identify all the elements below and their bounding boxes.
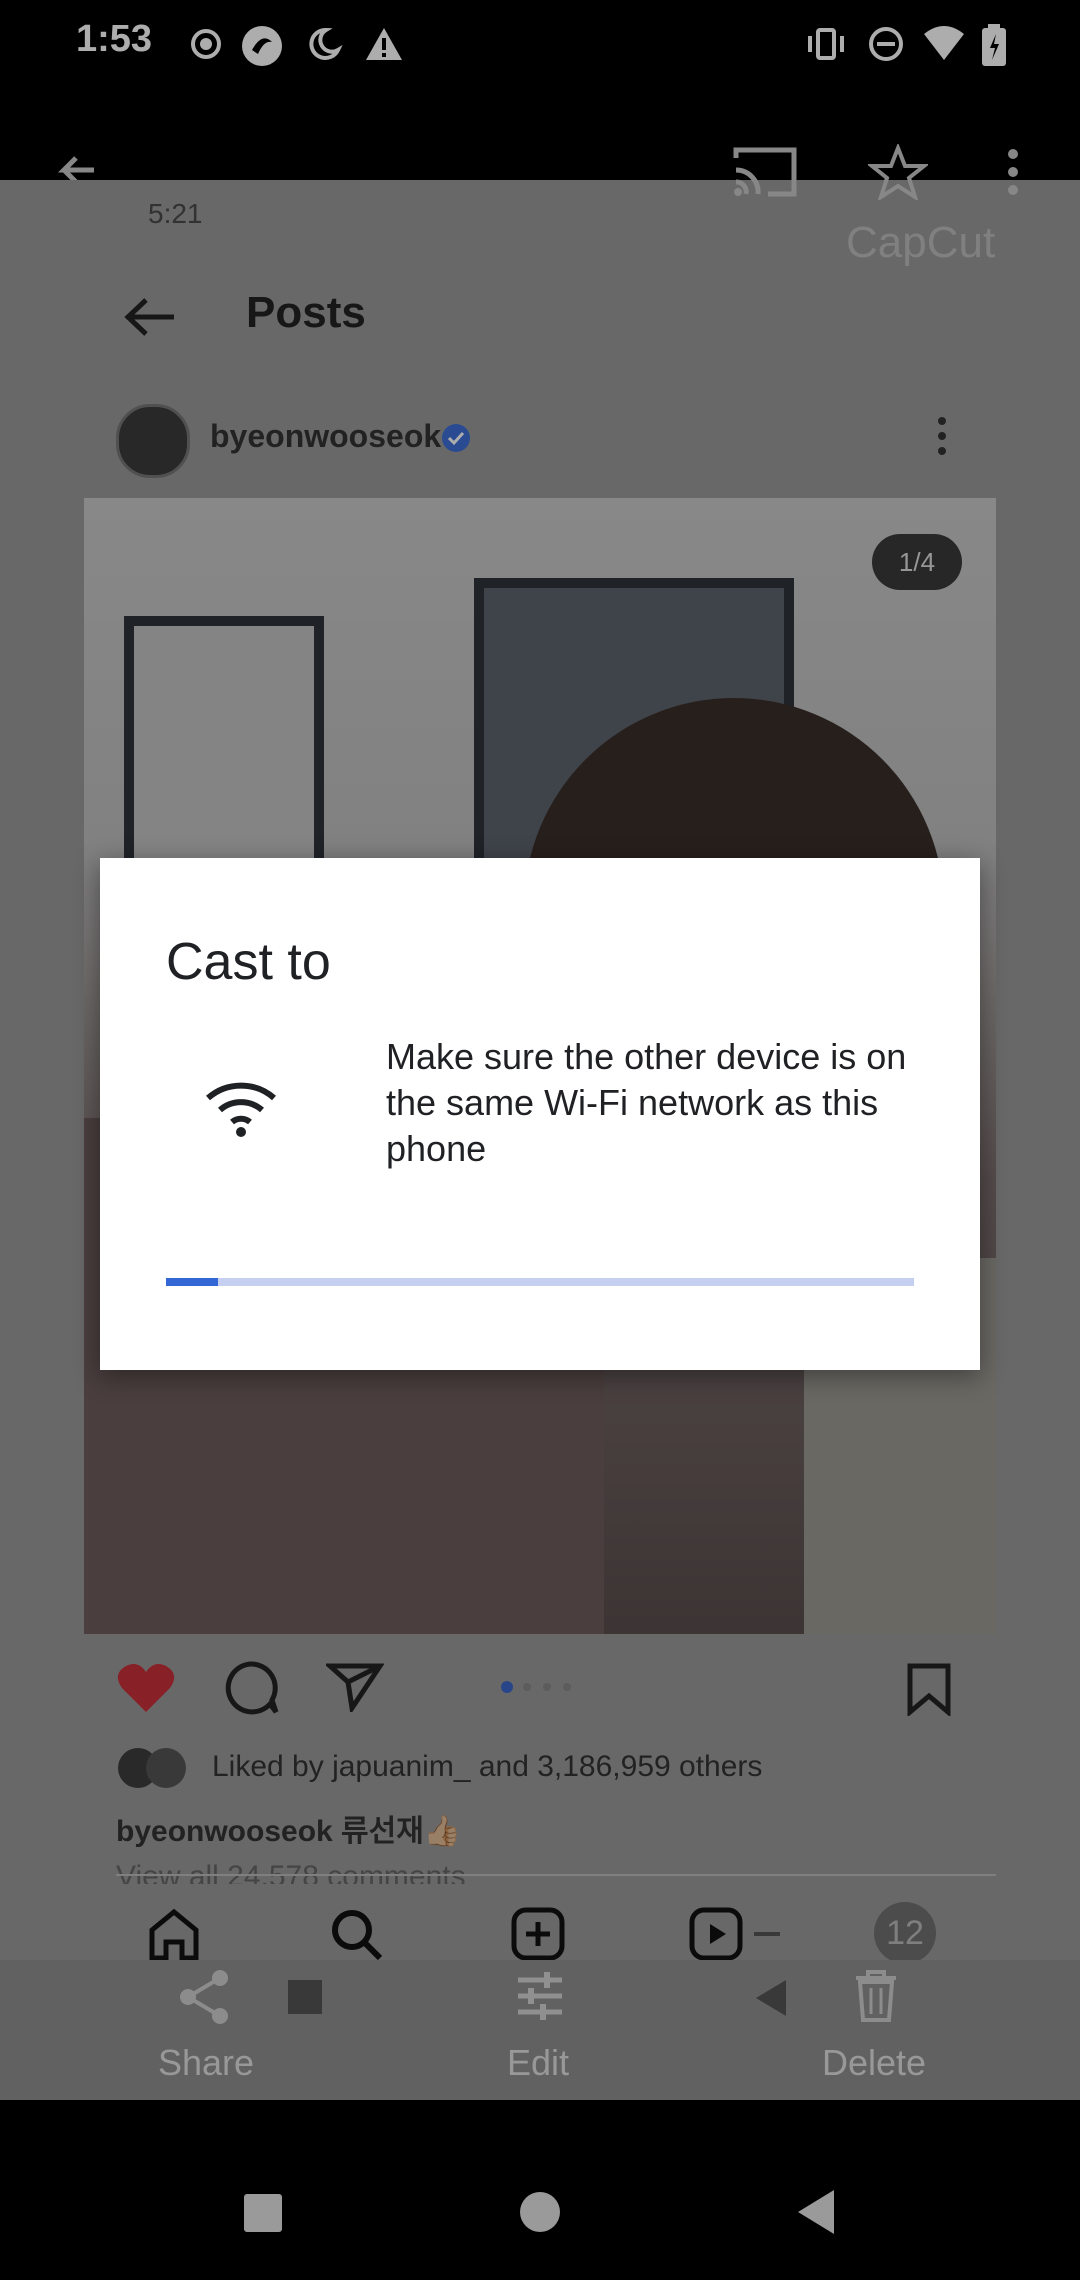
wifi-icon [204, 1078, 278, 1138]
recents-icon[interactable] [244, 2194, 282, 2232]
cast-dialog: Cast to Make sure the other device is on… [100, 858, 980, 1370]
cast-dialog-message: Make sure the other device is on the sam… [386, 1036, 907, 1169]
cast-progress-bar [166, 1278, 914, 1286]
cast-dialog-title: Cast to [166, 933, 331, 991]
cast-progress-fill [166, 1278, 219, 1286]
system-nav-bar [0, 2100, 1080, 2280]
home-icon[interactable] [520, 2192, 560, 2232]
back-icon[interactable] [796, 2188, 836, 2241]
